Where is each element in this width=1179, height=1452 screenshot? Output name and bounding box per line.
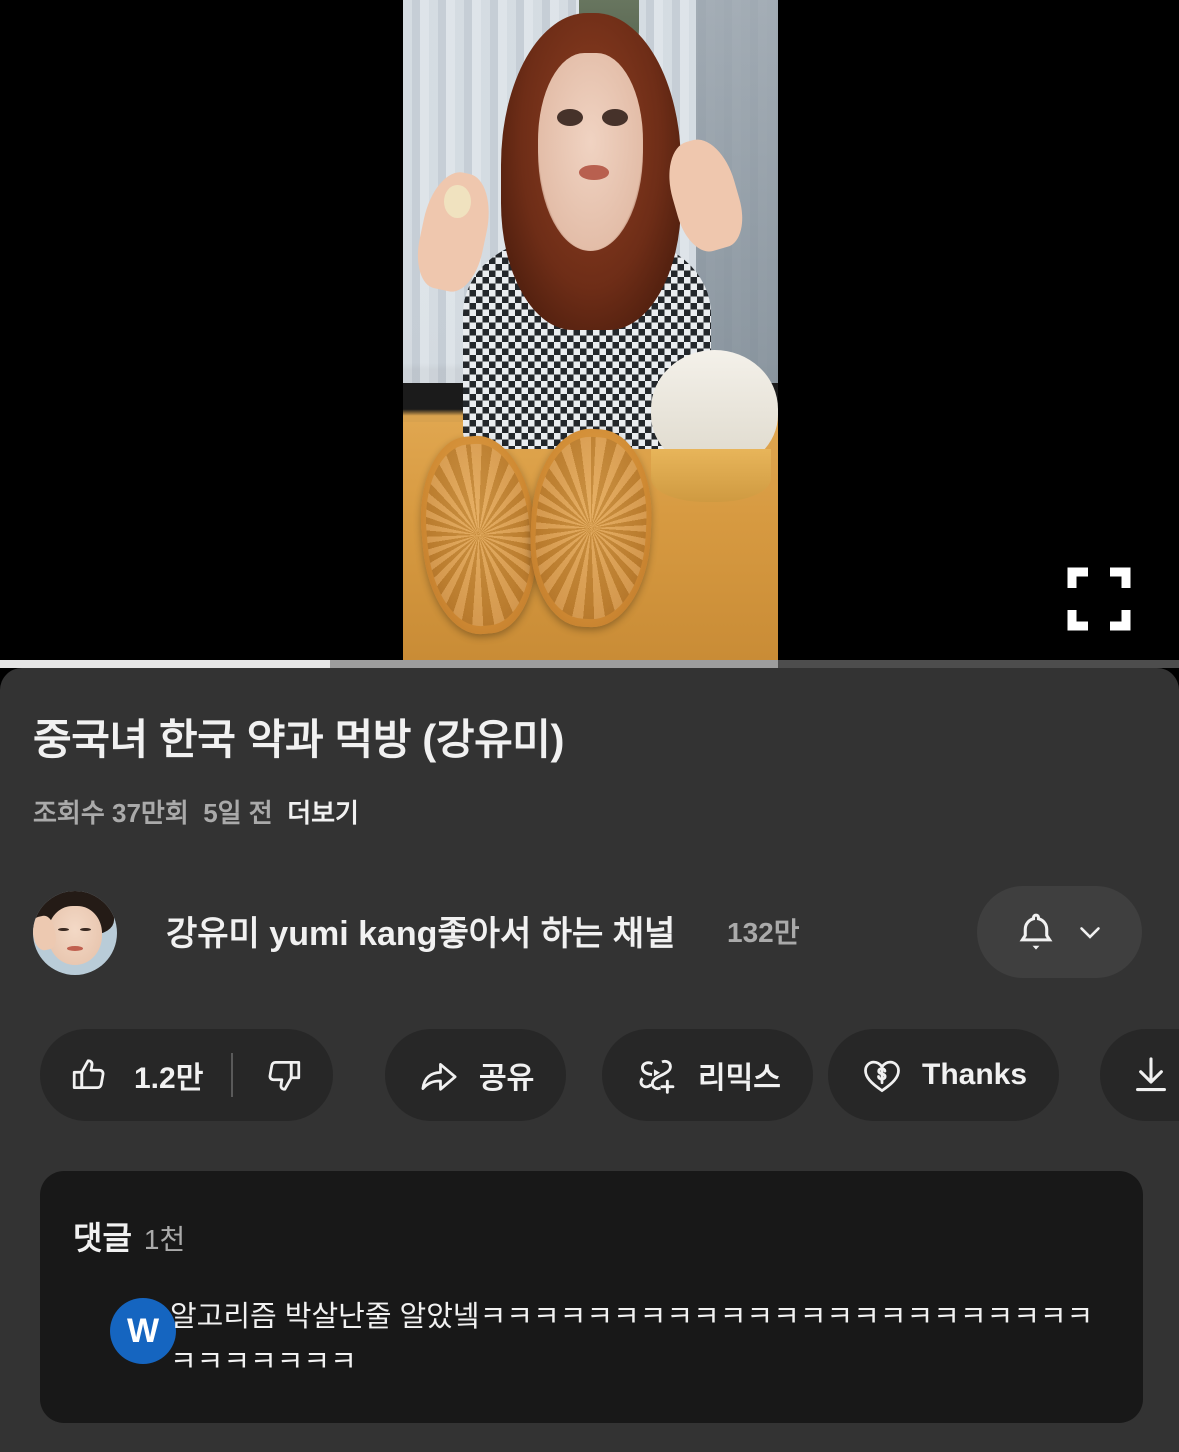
view-count: 조회수 37만회 xyxy=(33,798,189,828)
video-frame[interactable] xyxy=(403,0,778,660)
thanks-button[interactable]: Thanks xyxy=(828,1029,1060,1121)
progress-played xyxy=(0,660,331,668)
thumbs-up-icon[interactable] xyxy=(68,1053,112,1097)
cookie-texture-right xyxy=(530,434,651,622)
share-label: 공유 xyxy=(479,1062,535,1095)
share-button[interactable]: 공유 xyxy=(385,1029,567,1121)
like-count: 1.2만 xyxy=(134,1062,204,1095)
video-metadata[interactable]: 조회수 37만회 5일 전 더보기 xyxy=(33,793,359,830)
chevron-down-icon xyxy=(1073,915,1107,949)
comment-text: 알고리즘 박살난줄 알았넼ㅋㅋㅋㅋㅋㅋㅋㅋㅋㅋㅋㅋㅋㅋㅋㅋㅋㅋㅋㅋㅋㅋㅋㅋㅋㅋㅋ… xyxy=(170,1301,1094,1378)
bell-icon xyxy=(1013,909,1059,955)
fullscreen-icon[interactable] xyxy=(1062,562,1136,636)
video-player[interactable] xyxy=(0,0,1179,668)
remix-button[interactable]: 리믹스 xyxy=(602,1029,813,1121)
comments-card[interactable]: 댓글 1천 W 알고리즘 박살난줄 알았넼ㅋㅋㅋㅋㅋㅋㅋㅋㅋㅋㅋㅋㅋㅋㅋㅋㅋㅋㅋㅋ… xyxy=(40,1171,1143,1423)
share-arrow-icon xyxy=(417,1053,461,1097)
person-eye-right xyxy=(601,108,628,127)
comments-header: 댓글 1천 xyxy=(73,1213,185,1259)
thanks-label: Thanks xyxy=(922,1058,1028,1091)
thumbs-down-icon[interactable] xyxy=(261,1053,305,1097)
chip-divider xyxy=(231,1053,234,1097)
notification-bell-button[interactable] xyxy=(977,886,1142,978)
channel-row[interactable]: 강유미 yumi kang좋아서 하는 채널 132만 xyxy=(0,878,1179,988)
remix-label: 리믹스 xyxy=(698,1062,781,1095)
heart-dollar-icon xyxy=(860,1053,904,1097)
publish-date: 5일 전 xyxy=(203,798,273,828)
page-title[interactable]: 중국녀 한국 약과 먹방 (강유미) xyxy=(33,706,1133,767)
remix-icon xyxy=(634,1052,680,1098)
person-face xyxy=(538,52,643,251)
comments-label: 댓글 xyxy=(73,1220,132,1256)
subscriber-count: 132만 xyxy=(727,917,800,948)
show-more-link[interactable]: 더보기 xyxy=(287,798,359,828)
video-info-panel: 중국녀 한국 약과 먹방 (강유미) 조회수 37만회 5일 전 더보기 강유미… xyxy=(0,668,1179,1452)
video-progress-bar[interactable] xyxy=(0,660,1179,668)
comment-author-avatar[interactable]: W xyxy=(110,1298,176,1364)
person-lips xyxy=(579,165,610,180)
avatar-face xyxy=(48,906,102,965)
action-button-row: 1.2만 공유 리믹스 Thanks xyxy=(0,1029,1179,1125)
download-icon xyxy=(1128,1052,1174,1098)
bowl-base xyxy=(650,448,771,502)
like-dislike-group: 1.2만 xyxy=(40,1029,334,1121)
channel-name[interactable]: 강유미 yumi kang좋아서 하는 채널 xyxy=(166,906,675,955)
avatar[interactable] xyxy=(33,891,117,975)
person-eye-left xyxy=(556,108,583,127)
comments-count: 1천 xyxy=(143,1224,186,1255)
download-button[interactable] xyxy=(1100,1029,1179,1121)
snack-piece xyxy=(444,184,471,218)
